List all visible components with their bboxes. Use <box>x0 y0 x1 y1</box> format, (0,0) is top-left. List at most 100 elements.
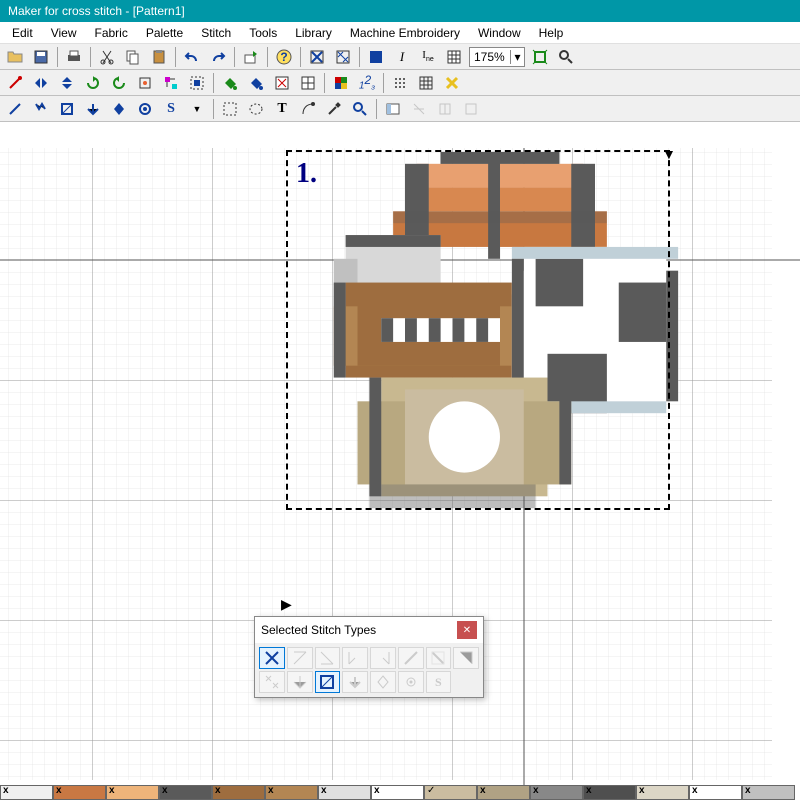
special-toggle[interactable]: S <box>426 671 452 693</box>
bucket-blue-button[interactable] <box>244 72 268 94</box>
undo-button[interactable] <box>180 46 204 68</box>
menu-view[interactable]: View <box>43 24 85 42</box>
close-icon[interactable]: ✕ <box>457 621 477 639</box>
palette-swatch-2[interactable]: x <box>106 785 159 800</box>
full-stitch-toggle[interactable] <box>259 647 285 669</box>
palette-swatch-7[interactable]: x <box>371 785 424 800</box>
palette-swatch-1[interactable]: x <box>53 785 106 800</box>
text-button[interactable]: T <box>270 98 294 120</box>
open-button[interactable] <box>3 46 27 68</box>
pattern-grid-button[interactable] <box>296 72 320 94</box>
fliph-button[interactable] <box>29 72 53 94</box>
pattern-x-button[interactable] <box>270 72 294 94</box>
palette-swatch-6[interactable]: x <box>318 785 371 800</box>
palette-swatch-13[interactable]: x <box>689 785 742 800</box>
menu-help[interactable]: Help <box>531 24 572 42</box>
diamond-button[interactable] <box>107 98 131 120</box>
eyedropper-button[interactable] <box>322 98 346 120</box>
full-stitch-button[interactable] <box>305 46 329 68</box>
zoom-input[interactable] <box>470 50 510 64</box>
menu-machine-embroidery[interactable]: Machine Embroidery <box>342 24 468 42</box>
replace-button[interactable] <box>159 72 183 94</box>
color-fill-button[interactable] <box>364 46 388 68</box>
bucket-green-button[interactable] <box>218 72 242 94</box>
export-button[interactable] <box>239 46 263 68</box>
diamond-toggle[interactable] <box>370 671 396 693</box>
palette-swatch-8[interactable]: ✓ <box>424 785 477 800</box>
toolbar-3: S ▼ T <box>0 96 800 122</box>
menu-stitch[interactable]: Stitch <box>193 24 239 42</box>
zoom2-button[interactable] <box>348 98 372 120</box>
menu-window[interactable]: Window <box>470 24 529 42</box>
line-button[interactable]: Ine <box>416 46 440 68</box>
backstitch3-button[interactable] <box>55 98 79 120</box>
s-button[interactable]: S <box>159 98 183 120</box>
quarter1-toggle[interactable] <box>342 647 368 669</box>
backstitch4-button[interactable] <box>81 98 105 120</box>
stitch-number: 1. <box>296 158 317 190</box>
menu-fabric[interactable]: Fabric <box>86 24 135 42</box>
palette-swatch-10[interactable]: x <box>530 785 583 800</box>
back3-toggle[interactable] <box>453 647 479 669</box>
palette-swatch-5[interactable]: x <box>265 785 318 800</box>
petite2-toggle[interactable] <box>287 671 313 693</box>
select-oval-button[interactable] <box>244 98 268 120</box>
layout3-button[interactable] <box>433 98 457 120</box>
layout4-button[interactable] <box>459 98 483 120</box>
palette-swatch-3[interactable]: x <box>159 785 212 800</box>
save-button[interactable] <box>29 46 53 68</box>
backstitch2-button[interactable] <box>29 98 53 120</box>
italic-button[interactable]: I <box>390 46 414 68</box>
menu-edit[interactable]: Edit <box>4 24 41 42</box>
zoom-dropdown[interactable]: ▾ <box>510 50 524 64</box>
flipv-button[interactable] <box>55 72 79 94</box>
half2-toggle[interactable] <box>315 647 341 669</box>
palette-swatch-4[interactable]: x <box>212 785 265 800</box>
help-button[interactable]: ? <box>272 46 296 68</box>
zoom-button[interactable] <box>554 46 578 68</box>
menu-library[interactable]: Library <box>287 24 340 42</box>
petite1-toggle[interactable] <box>259 671 285 693</box>
paste-button[interactable] <box>147 46 171 68</box>
redo-button[interactable] <box>206 46 230 68</box>
palette-swatch-0[interactable]: x <box>0 785 53 800</box>
print-button[interactable] <box>62 46 86 68</box>
palette-swatch-9[interactable]: x <box>477 785 530 800</box>
backstitch-toggle[interactable] <box>315 671 341 693</box>
palette-swatch-12[interactable]: x <box>636 785 689 800</box>
symbol123-button[interactable]: 12₃ <box>355 72 379 94</box>
palette-swatch-14[interactable]: x <box>742 785 795 800</box>
wand-red-button[interactable] <box>3 72 27 94</box>
dropdown-button[interactable]: ▼ <box>185 98 209 120</box>
back2-toggle[interactable] <box>426 647 452 669</box>
outline-button[interactable] <box>296 98 320 120</box>
select-rect-button[interactable] <box>218 98 242 120</box>
copy-button[interactable] <box>121 46 145 68</box>
menu-palette[interactable]: Palette <box>138 24 191 42</box>
rotate-ccw-button[interactable] <box>107 72 131 94</box>
menu-tools[interactable]: Tools <box>241 24 285 42</box>
rotate-cw-button[interactable] <box>81 72 105 94</box>
back1-toggle[interactable] <box>398 647 424 669</box>
grid-solid-button[interactable] <box>414 72 438 94</box>
color-squares-button[interactable] <box>329 72 353 94</box>
palette-swatch-11[interactable]: x <box>583 785 636 800</box>
half1-toggle[interactable] <box>287 647 313 669</box>
fit-button[interactable] <box>528 46 552 68</box>
center-button[interactable] <box>133 72 157 94</box>
french-knot-toggle[interactable] <box>398 671 424 693</box>
quarter2-toggle[interactable] <box>370 647 396 669</box>
layout1-button[interactable] <box>381 98 405 120</box>
stitch-types-panel[interactable]: Selected Stitch Types ✕ S <box>254 616 484 698</box>
zoom-combo[interactable]: ▾ <box>469 47 525 67</box>
highlight-button[interactable] <box>440 72 464 94</box>
grid-view-button[interactable] <box>442 46 466 68</box>
circle-button[interactable] <box>133 98 157 120</box>
petite-stitch-button[interactable] <box>331 46 355 68</box>
cut-button[interactable] <box>95 46 119 68</box>
trim-button[interactable] <box>185 72 209 94</box>
grid-dots-button[interactable] <box>388 72 412 94</box>
backstitch1-button[interactable] <box>3 98 27 120</box>
arrow-toggle[interactable] <box>342 671 368 693</box>
layout2-button[interactable] <box>407 98 431 120</box>
